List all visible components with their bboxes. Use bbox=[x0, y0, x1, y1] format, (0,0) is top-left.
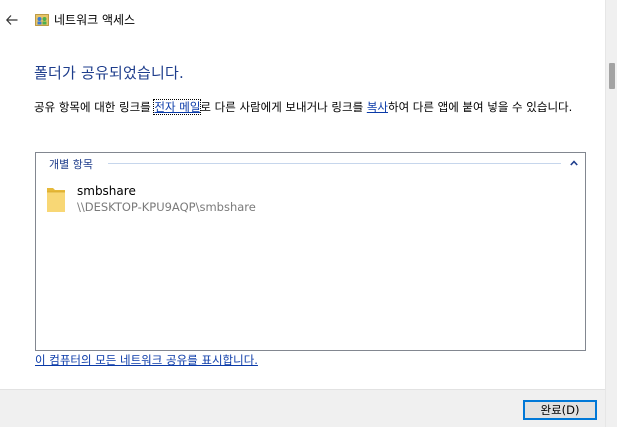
network-access-window: 네트워크 액세스 폴더가 공유되었습니다. 공유 항목에 대한 링크를 전자 메… bbox=[0, 0, 617, 427]
copy-link[interactable]: 복사 bbox=[367, 100, 388, 114]
page-title: 폴더가 공유되었습니다. bbox=[34, 64, 184, 82]
item-name: smbshare bbox=[77, 184, 136, 198]
footer: 완료(D) bbox=[0, 389, 605, 427]
email-link[interactable]: 전자 메일 bbox=[153, 99, 202, 115]
list-item[interactable]: smbshare \\DESKTOP-KPU9AQP\smbshare bbox=[44, 181, 344, 217]
folder-icon bbox=[47, 188, 65, 212]
group-label: 개별 항목 bbox=[49, 156, 97, 172]
group-divider bbox=[108, 163, 561, 164]
window-title: 네트워크 액세스 bbox=[54, 13, 136, 27]
chevron-up-icon bbox=[570, 160, 578, 166]
description-text: 공유 항목에 대한 링크를 전자 메일로 다른 사람에게 보내거나 링크를 복사… bbox=[34, 99, 594, 116]
collapse-button[interactable] bbox=[568, 157, 580, 169]
scrollbar-thumb[interactable] bbox=[609, 63, 615, 89]
description-part3: 하여 다른 앱에 붙여 넣을 수 있습니다. bbox=[387, 100, 573, 114]
group-header[interactable]: 개별 항목 bbox=[36, 153, 585, 173]
description-part2: 로 다른 사람에게 보내거나 링크를 bbox=[200, 100, 367, 114]
title-bar: 네트워크 액세스 bbox=[0, 0, 605, 40]
network-icon bbox=[35, 14, 49, 26]
done-button[interactable]: 완료(D) bbox=[523, 400, 597, 420]
scrollbar[interactable] bbox=[605, 0, 617, 427]
show-all-shares-link[interactable]: 이 컴퓨터의 모든 네트워크 공유를 표시합니다. bbox=[35, 352, 258, 368]
item-path: \\DESKTOP-KPU9AQP\smbshare bbox=[77, 200, 256, 214]
back-arrow-icon bbox=[6, 15, 18, 25]
description-part1: 공유 항목에 대한 링크를 bbox=[34, 100, 155, 114]
back-button[interactable] bbox=[2, 9, 22, 31]
shared-items-list[interactable]: 개별 항목 smbshare \\DESKTOP-KPU9AQP\smbshar… bbox=[35, 152, 586, 351]
